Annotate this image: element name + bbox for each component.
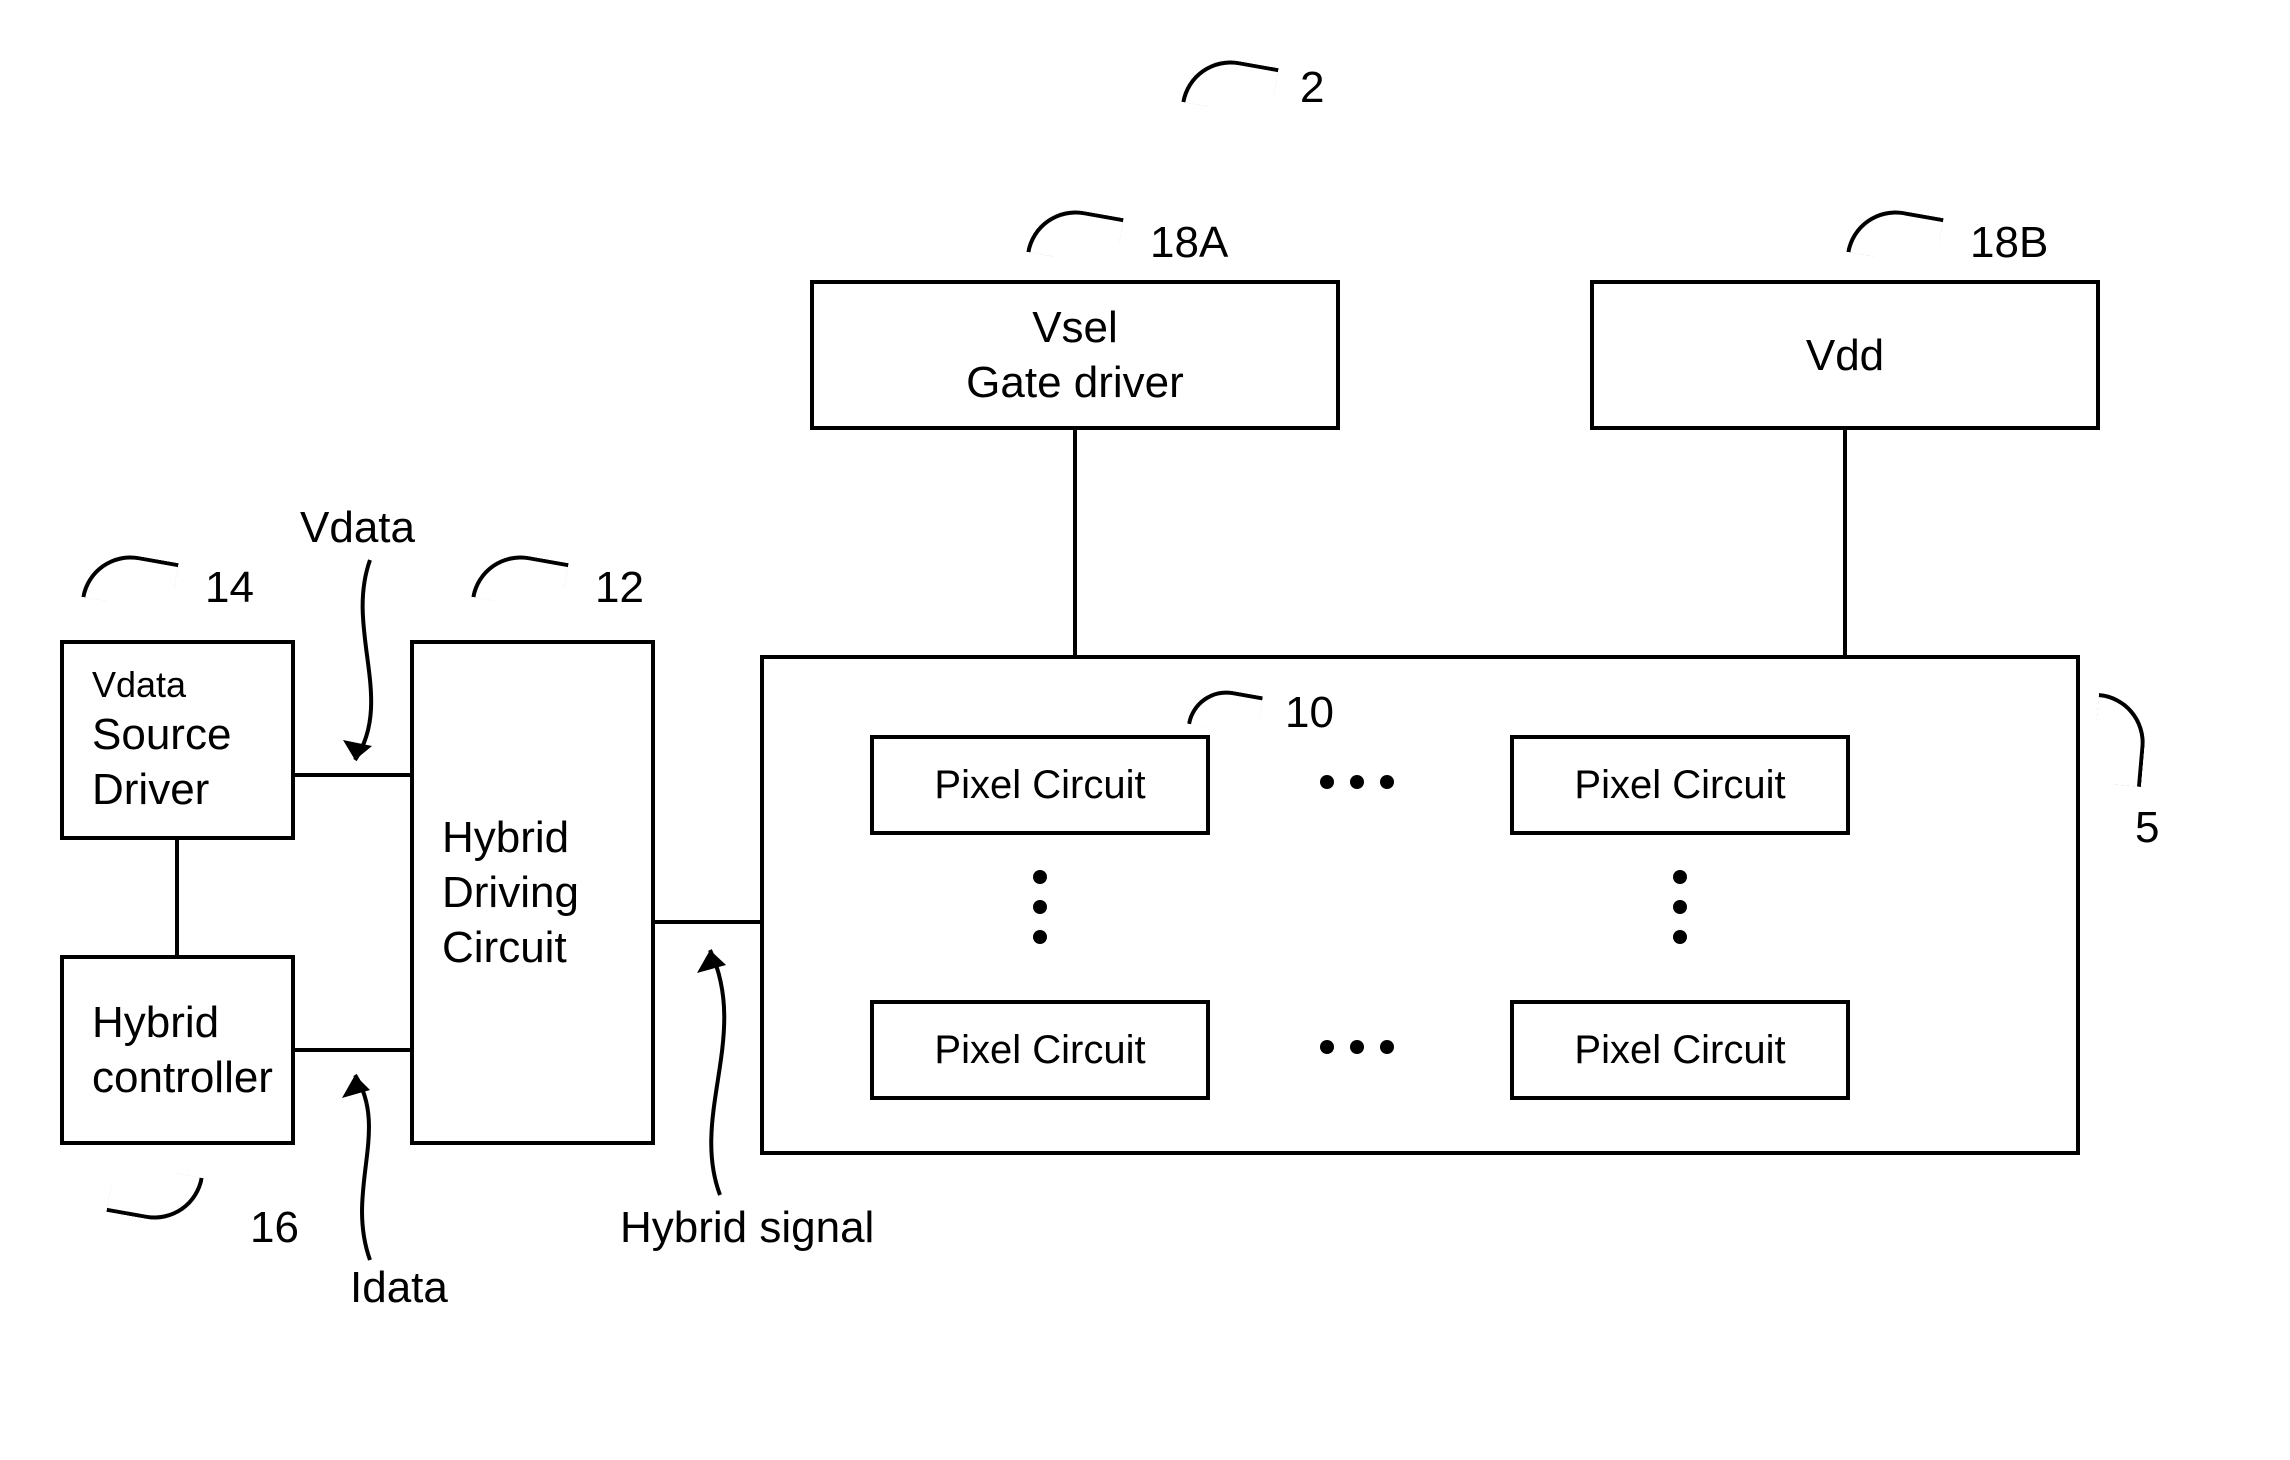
wire-controller-to-hybriddriving: [295, 1048, 410, 1052]
signal-label-hybrid: Hybrid signal: [620, 1200, 874, 1255]
source-driver-line1: Source: [92, 707, 231, 762]
ref-label-hybrid-controller: 16: [250, 1200, 299, 1255]
label-pixel-circuit-br: Pixel Circuit: [1574, 1025, 1785, 1075]
block-gate-driver: Vsel Gate driver: [810, 280, 1340, 430]
gate-driver-line2: Gate driver: [966, 355, 1184, 410]
wire-sourcedriver-to-controller: [175, 840, 179, 955]
label-pixel-circuit-bl: Pixel Circuit: [934, 1025, 1145, 1075]
ref-arc-system: [1181, 53, 1278, 118]
hybrid-driving-line3: Circuit: [442, 920, 567, 975]
hybrid-controller-line2: controller: [92, 1050, 273, 1105]
signal-label-idata: Idata: [350, 1260, 448, 1315]
ref-label-pixel-array: 5: [2135, 800, 2159, 855]
label-pixel-circuit-tr: Pixel Circuit: [1574, 760, 1785, 810]
ref-label-system: 2: [1300, 60, 1324, 115]
diagram-canvas: 2 18A Vsel Gate driver 18B Vdd 14 Vdata …: [0, 0, 2290, 1460]
wire-vdd-to-array: [1843, 430, 1847, 655]
ref-label-gate-driver: 18A: [1150, 215, 1228, 270]
ref-label-pixel-circuit: 10: [1285, 685, 1334, 740]
block-hybrid-driving: Hybrid Driving Circuit: [410, 640, 655, 1145]
hybrid-driving-line1: Hybrid: [442, 810, 569, 865]
ref-arc-hybrid-driving: [471, 548, 568, 613]
block-hybrid-controller: Hybrid controller: [60, 955, 295, 1145]
block-vdd: Vdd: [1590, 280, 2100, 430]
ref-arc-hybrid-controller: [106, 1163, 203, 1228]
label-pixel-circuit-tl: Pixel Circuit: [934, 760, 1145, 810]
ref-arc-vdd: [1846, 203, 1943, 268]
ellipsis-h-bottom: [1320, 1040, 1394, 1054]
pointer-idata: [330, 1060, 400, 1260]
pointer-hybrid-signal: [680, 935, 760, 1195]
ellipsis-h-top: [1320, 775, 1394, 789]
ellipsis-v-right: [1673, 870, 1687, 944]
vdd-line1: Vdd: [1806, 328, 1884, 383]
ellipsis-v-left: [1033, 870, 1047, 944]
ref-arc-pixel-array: [2091, 693, 2149, 787]
block-source-driver: Vdata Source Driver: [60, 640, 295, 840]
pointer-vdata: [340, 560, 400, 780]
block-pixel-circuit-tr: Pixel Circuit: [1510, 735, 1850, 835]
ref-label-hybrid-driving: 12: [595, 560, 644, 615]
wire-gate-to-array: [1073, 430, 1077, 655]
ref-label-vdd: 18B: [1970, 215, 2048, 270]
block-pixel-circuit-tl: Pixel Circuit: [870, 735, 1210, 835]
hybrid-controller-line1: Hybrid: [92, 995, 219, 1050]
block-pixel-circuit-br: Pixel Circuit: [1510, 1000, 1850, 1100]
signal-label-vdata: Vdata: [300, 500, 415, 555]
block-pixel-circuit-bl: Pixel Circuit: [870, 1000, 1210, 1100]
ref-label-source-driver: 14: [205, 560, 254, 615]
source-driver-small: Vdata: [92, 663, 186, 706]
ref-arc-gate-driver: [1026, 203, 1123, 268]
hybrid-driving-line2: Driving: [442, 865, 579, 920]
ref-arc-source-driver: [81, 548, 178, 613]
wire-hybriddriving-to-array: [655, 920, 760, 924]
source-driver-line2: Driver: [92, 762, 209, 817]
gate-driver-line1: Vsel: [1032, 300, 1118, 355]
